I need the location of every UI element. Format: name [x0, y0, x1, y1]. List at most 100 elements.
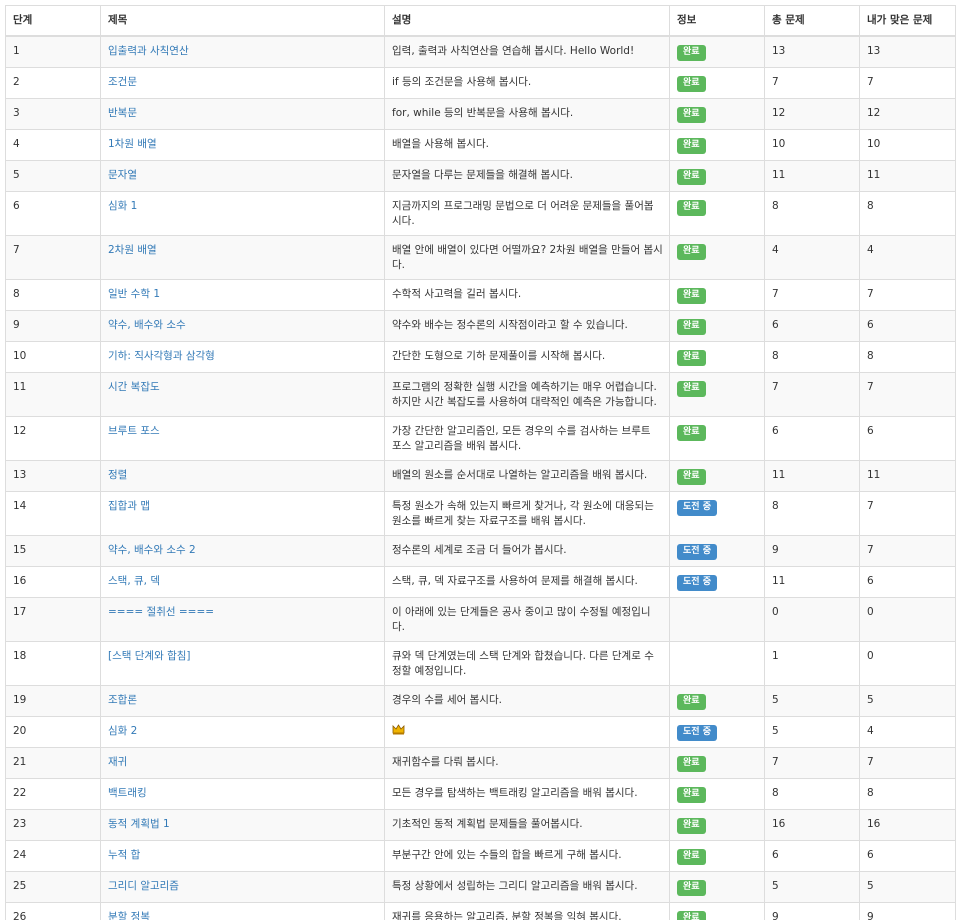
status-badge-done: 완료 — [677, 694, 706, 710]
step-description: 모든 경우를 탐색하는 백트래킹 알고리즘을 배워 봅시다. — [384, 778, 670, 810]
step-number: 2 — [5, 67, 101, 99]
table-row: 1 입출력과 사칙연산 입력, 출력과 사칙연산을 연습해 봅시다. Hello W… — [5, 35, 956, 68]
step-info: 완료 — [669, 279, 765, 311]
step-title-cell: 그리디 알고리즘 — [100, 871, 385, 903]
total-problems: 13 — [764, 35, 860, 68]
step-number: 1 — [5, 35, 101, 68]
step-title-link[interactable]: 1차원 배열 — [108, 138, 157, 150]
step-title-link[interactable]: 일반 수학 1 — [108, 288, 160, 300]
step-info: 완료 — [669, 460, 765, 492]
total-problems: 9 — [764, 902, 860, 920]
step-title-link[interactable]: 시간 복잡도 — [108, 381, 160, 393]
status-badge-done: 완료 — [677, 756, 706, 772]
step-description: 입력, 출력과 사칙연산을 연습해 봅시다. Hello World! — [384, 35, 670, 68]
step-title-cell: 입출력과 사칙연산 — [100, 35, 385, 68]
step-title-cell: 반복문 — [100, 98, 385, 130]
step-title-link[interactable]: 백트래킹 — [108, 787, 147, 799]
solved-problems: 13 — [859, 35, 956, 68]
step-title-link[interactable]: 동적 계획법 1 — [108, 818, 170, 830]
status-badge-done: 완료 — [677, 138, 706, 154]
total-problems: 8 — [764, 191, 860, 236]
step-description: 경우의 수를 세어 봅시다. — [384, 685, 670, 717]
step-info: 완료 — [669, 129, 765, 161]
step-description: 수학적 사고력을 길러 봅시다. — [384, 279, 670, 311]
step-number: 4 — [5, 129, 101, 161]
step-title-link[interactable]: 누적 합 — [108, 849, 140, 861]
step-title-cell: 집합과 맵 — [100, 491, 385, 536]
step-number: 10 — [5, 341, 101, 373]
col-header-title: 제목 — [100, 5, 385, 37]
step-table: 단계 제목 설명 정보 총 문제 내가 맞은 문제 1 입출력과 사칙연산 입력, … — [5, 5, 956, 920]
step-info: 완료 — [669, 160, 765, 192]
step-title-link[interactable]: 브루트 포스 — [108, 425, 160, 437]
step-title-link[interactable]: 분할 정복 — [108, 911, 150, 920]
table-row: 6 심화 1 지금까지의 프로그래밍 문법으로 더 어려운 문제들을 풀어봅시다. 완… — [5, 191, 956, 236]
status-badge-done: 완료 — [677, 107, 706, 123]
step-title-link[interactable]: 문자열 — [108, 169, 137, 181]
status-badge-done: 완료 — [677, 911, 706, 920]
step-title-link[interactable]: ==== 절취선 ==== — [108, 606, 214, 618]
step-title-link[interactable]: 조건문 — [108, 76, 137, 88]
step-title-cell: 심화 2 — [100, 716, 385, 748]
solved-problems: 7 — [859, 535, 956, 567]
step-title-link[interactable]: 기하: 직사각형과 삼각형 — [108, 350, 215, 362]
step-info: 도전 중 — [669, 566, 765, 598]
status-badge-done: 완료 — [677, 787, 706, 803]
step-title-link[interactable]: 약수, 배수와 소수 2 — [108, 544, 196, 556]
step-title-link[interactable]: 집합과 맵 — [108, 500, 150, 512]
table-row: 18 [스택 단계와 합침] 큐와 덱 단계였는데 스택 단계와 합쳤습니다. 다른… — [5, 641, 956, 686]
step-number: 6 — [5, 191, 101, 236]
step-title-link[interactable]: 심화 1 — [108, 200, 137, 212]
table-row: 21 재귀 재귀함수를 다뤄 봅시다. 완료 7 7 — [5, 747, 956, 779]
step-title-link[interactable]: 2차원 배열 — [108, 244, 157, 256]
step-title-link[interactable]: 반복문 — [108, 107, 137, 119]
step-title-cell: 일반 수학 1 — [100, 279, 385, 311]
step-title-link[interactable]: 약수, 배수와 소수 — [108, 319, 186, 331]
total-problems: 7 — [764, 279, 860, 311]
step-number: 8 — [5, 279, 101, 311]
step-title-link[interactable]: 스택, 큐, 덱 — [108, 575, 160, 587]
table-row: 19 조합론 경우의 수를 세어 봅시다. 완료 5 5 — [5, 685, 956, 717]
step-title-cell: 약수, 배수와 소수 2 — [100, 535, 385, 567]
step-title-link[interactable]: 심화 2 — [108, 725, 137, 737]
table-row: 12 브루트 포스 가장 간단한 알고리즘인, 모든 경우의 수를 검사하는 브루트… — [5, 416, 956, 461]
table-row: 24 누적 합 부분구간 안에 있는 수들의 합을 빠르게 구해 봅시다. 완료 6 6 — [5, 840, 956, 872]
step-title-cell: 조건문 — [100, 67, 385, 99]
table-row: 10 기하: 직사각형과 삼각형 간단한 도형으로 기하 문제풀이를 시작해 봅시다… — [5, 341, 956, 373]
step-title-link[interactable]: [스택 단계와 합침] — [108, 650, 191, 662]
step-info: 완료 — [669, 67, 765, 99]
step-title-link[interactable]: 조합론 — [108, 694, 137, 706]
step-description: 가장 간단한 알고리즘인, 모든 경우의 수를 검사하는 브루트 포스 알고리즘… — [384, 416, 670, 461]
step-info: 완료 — [669, 809, 765, 841]
step-info: 도전 중 — [669, 491, 765, 536]
step-title-link[interactable]: 정렬 — [108, 469, 127, 481]
step-number: 22 — [5, 778, 101, 810]
page: 단계 제목 설명 정보 총 문제 내가 맞은 문제 1 입출력과 사칙연산 입력, … — [0, 0, 960, 920]
header-row: 단계 제목 설명 정보 총 문제 내가 맞은 문제 — [5, 5, 956, 37]
step-info: 완료 — [669, 310, 765, 342]
solved-problems: 0 — [859, 641, 956, 686]
step-description: 배열의 원소를 순서대로 나열하는 알고리즘을 배워 봅시다. — [384, 460, 670, 492]
table-row: 7 2차원 배열 배열 안에 배열이 있다면 어떨까요? 2차원 배열을 만들어 봅… — [5, 235, 956, 280]
total-problems: 16 — [764, 809, 860, 841]
total-problems: 1 — [764, 641, 860, 686]
step-number: 12 — [5, 416, 101, 461]
step-info: 완료 — [669, 416, 765, 461]
step-title-cell: ==== 절취선 ==== — [100, 597, 385, 642]
status-badge-done: 완료 — [677, 425, 706, 441]
step-title-link[interactable]: 재귀 — [108, 756, 127, 768]
table-body: 1 입출력과 사칙연산 입력, 출력과 사칙연산을 연습해 봅시다. Hello W… — [5, 35, 956, 920]
total-problems: 8 — [764, 341, 860, 373]
table-row: 4 1차원 배열 배열을 사용해 봅시다. 완료 10 10 — [5, 129, 956, 161]
step-info: 완료 — [669, 35, 765, 68]
step-title-link[interactable]: 그리디 알고리즘 — [108, 880, 179, 892]
status-badge-done: 완료 — [677, 319, 706, 335]
step-title-cell: 분할 정복 — [100, 902, 385, 920]
table-row: 2 조건문 if 등의 조건문을 사용해 봅시다. 완료 7 7 — [5, 67, 956, 99]
step-title-link[interactable]: 입출력과 사칙연산 — [108, 45, 189, 57]
total-problems: 11 — [764, 566, 860, 598]
step-number: 26 — [5, 902, 101, 920]
total-problems: 12 — [764, 98, 860, 130]
step-number: 17 — [5, 597, 101, 642]
step-title-cell: 정렬 — [100, 460, 385, 492]
